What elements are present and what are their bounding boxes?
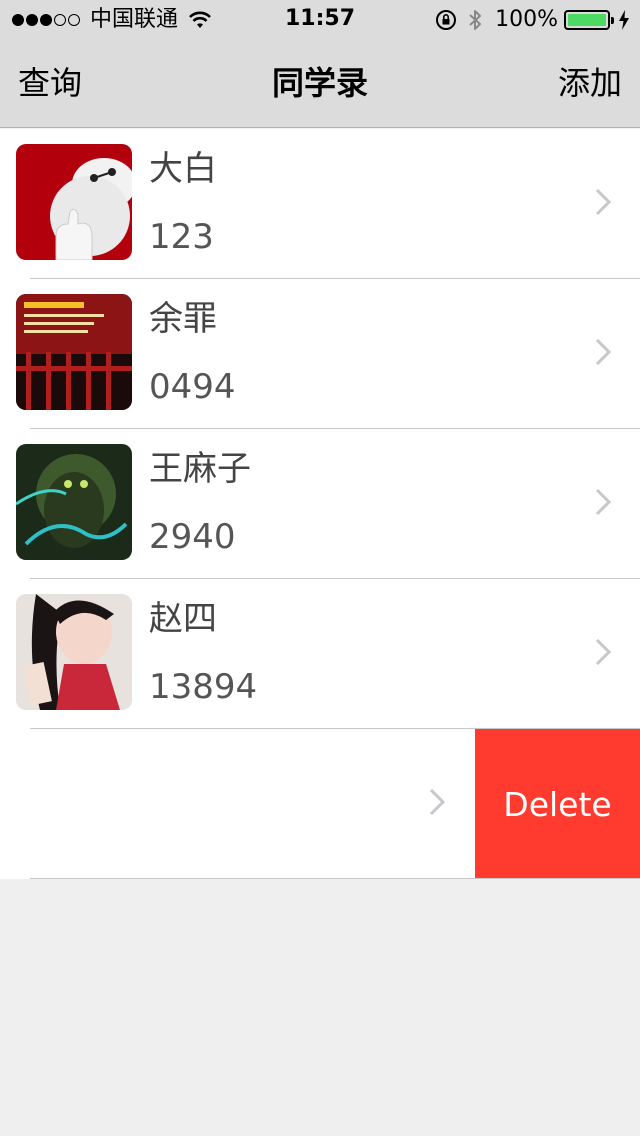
contact-name: 赵四 (149, 599, 217, 639)
contact-number: 123 (149, 217, 214, 257)
orientation-lock-icon (436, 9, 457, 30)
chevron-right-icon (595, 488, 612, 516)
contact-name: 大白 (149, 149, 217, 189)
chevron-right-icon (595, 188, 612, 216)
battery-percent: 100% (495, 7, 558, 32)
girl-photo-avatar (16, 594, 132, 710)
contact-number: 13894 (149, 667, 258, 707)
list-item[interactable]: 王麻子 2940 (0, 429, 640, 579)
row-separator (30, 878, 640, 879)
page-title: 同学录 (271, 64, 368, 102)
add-button[interactable]: 添加 (558, 62, 622, 104)
list-item-swiped[interactable]: 王五 12 Delete (0, 729, 640, 879)
game-character-avatar (16, 444, 132, 560)
book-cover-avatar (16, 294, 132, 410)
battery-fill (568, 13, 606, 26)
contact-list: 大白 123 余罪 0494 王麻子 2940 赵四 13894 Delete (0, 129, 640, 879)
bluetooth-icon (469, 9, 482, 30)
contact-name: 余罪 (149, 299, 217, 339)
contact-number: 2940 (149, 517, 236, 557)
contact-number: 0494 (149, 367, 236, 407)
status-bar: 中国联通 11:57 100% (0, 0, 640, 40)
delete-button[interactable]: Delete (475, 729, 640, 879)
swiped-row-content[interactable]: 王五 12 (0, 729, 475, 879)
list-item[interactable]: 余罪 0494 (0, 279, 640, 429)
chevron-right-icon (595, 638, 612, 666)
list-item[interactable]: 大白 123 (0, 129, 640, 279)
contact-name: 王麻子 (149, 449, 251, 489)
navigation-bar: 查询 同学录 添加 (0, 40, 640, 128)
baymax-avatar (16, 144, 132, 260)
list-item[interactable]: 赵四 13894 (0, 579, 640, 729)
battery-icon (564, 9, 614, 30)
charging-bolt-icon (619, 9, 629, 30)
battery-tip (611, 16, 614, 24)
status-right: 100% (435, 7, 630, 32)
chevron-right-icon (429, 788, 446, 816)
chevron-right-icon (595, 338, 612, 366)
